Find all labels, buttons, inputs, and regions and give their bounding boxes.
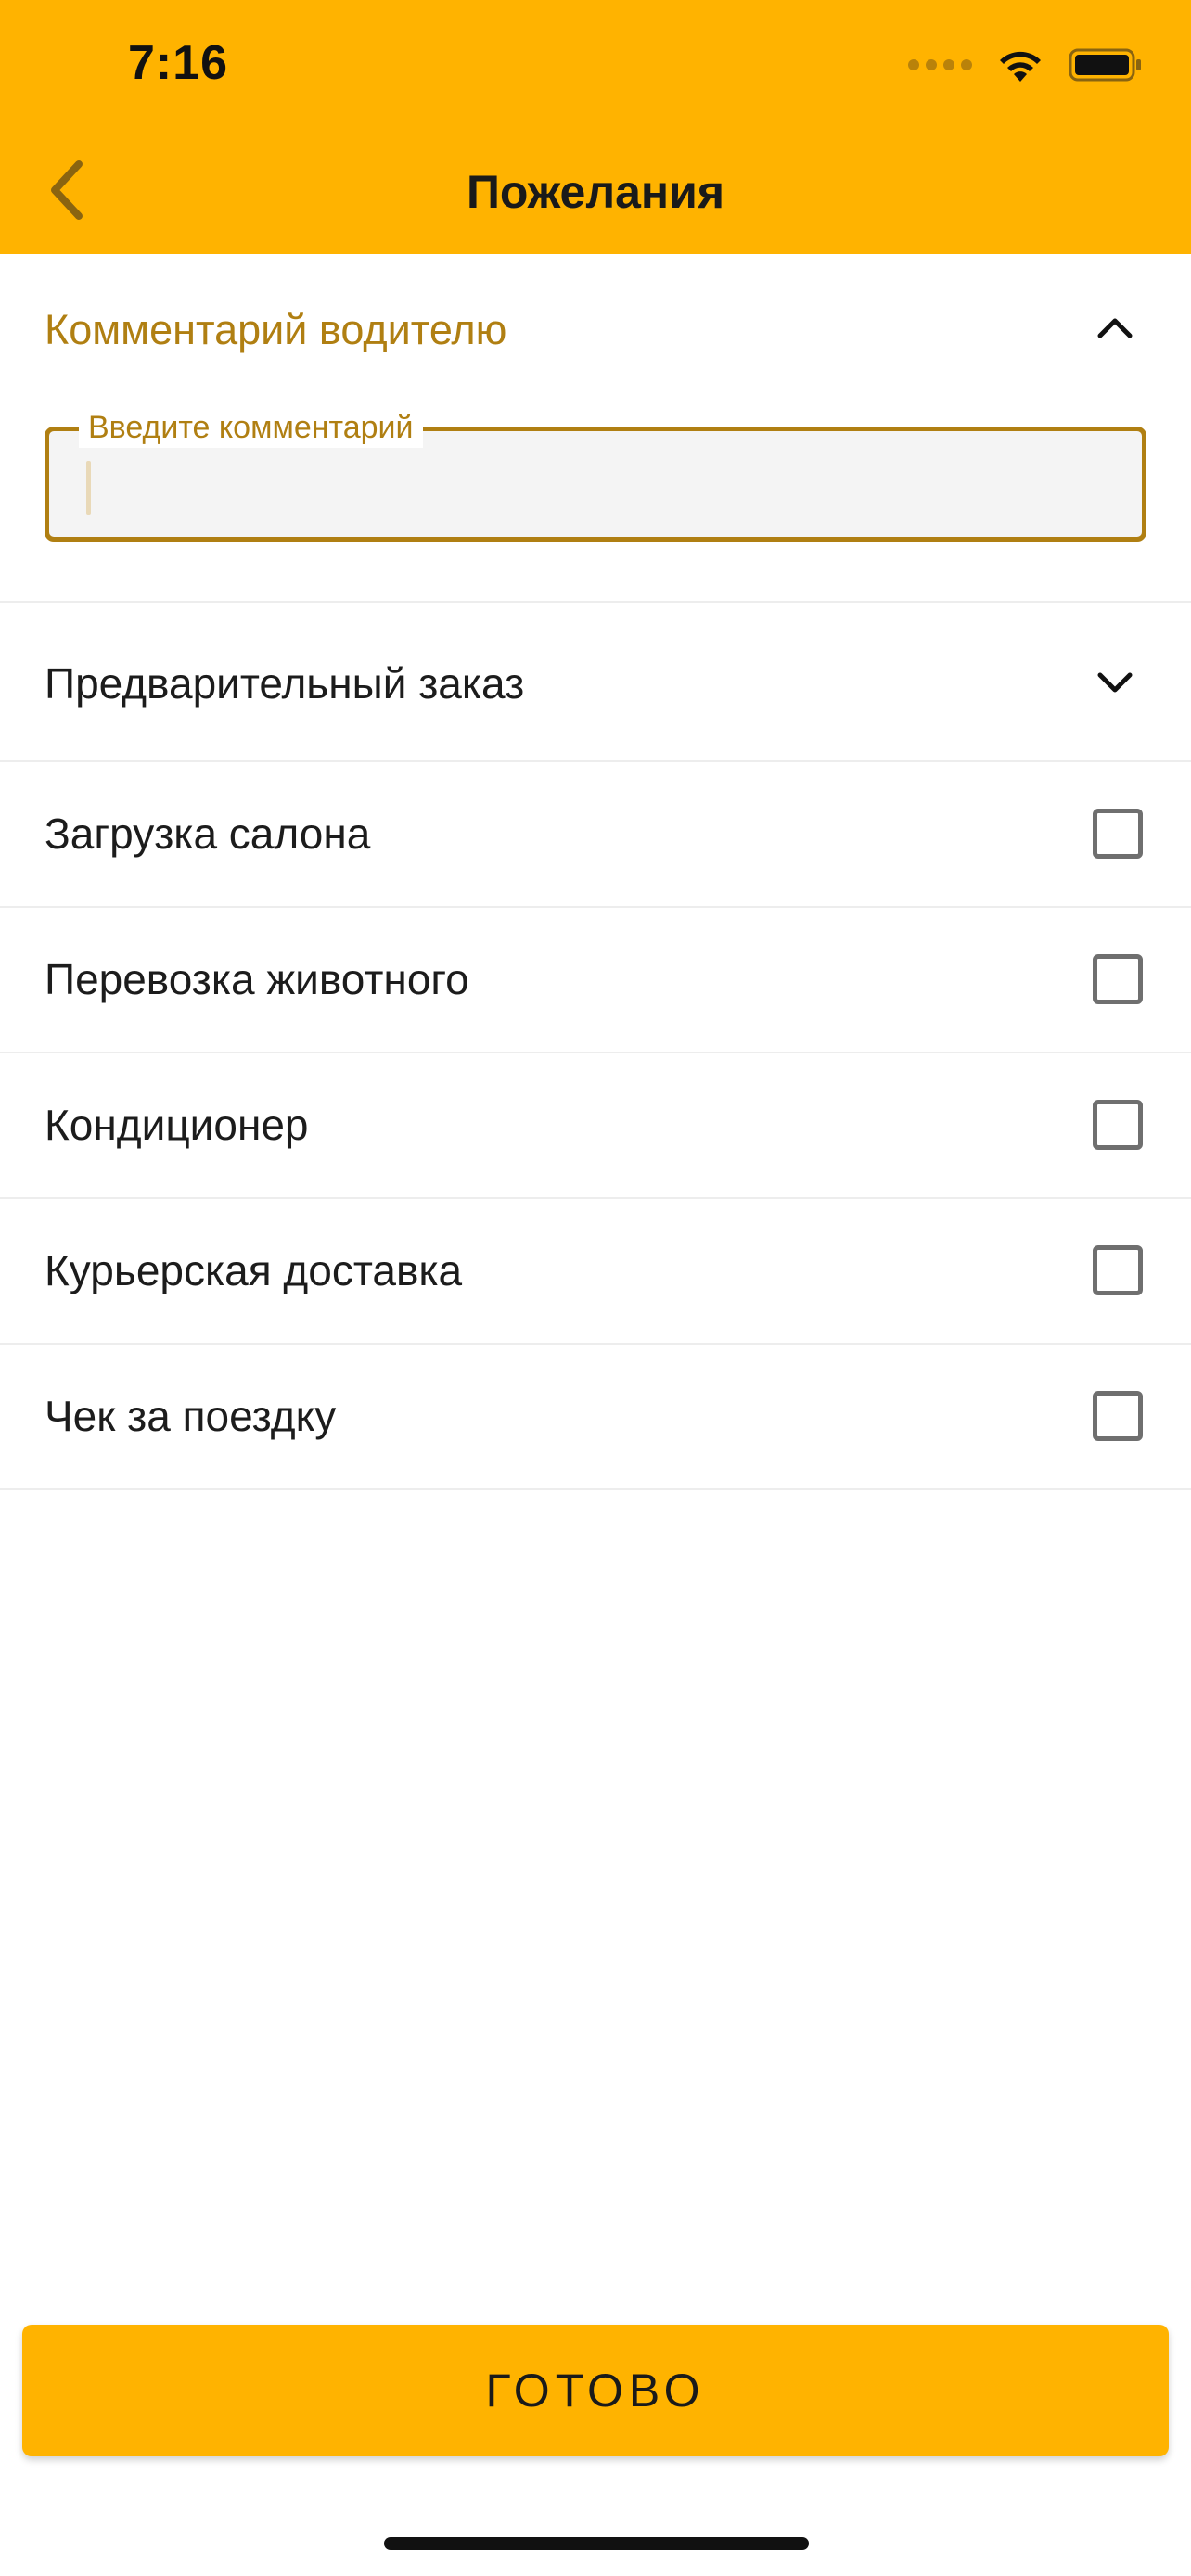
chevron-up-icon[interactable] bbox=[1095, 313, 1135, 341]
done-button[interactable]: ГОТОВО bbox=[22, 2325, 1169, 2456]
comment-input[interactable] bbox=[84, 455, 1105, 513]
option-row-air-conditioner[interactable]: Кондиционер bbox=[0, 1053, 1191, 1199]
header: 7:16 Пожелания bbox=[0, 0, 1191, 254]
option-label: Чек за поездку bbox=[45, 1392, 337, 1440]
preorder-label: Предварительный заказ bbox=[45, 659, 525, 708]
cellular-signal-icon bbox=[908, 59, 972, 70]
option-label: Загрузка салона bbox=[45, 810, 371, 858]
option-label: Кондиционер bbox=[45, 1101, 309, 1149]
preorder-row[interactable]: Предварительный заказ bbox=[0, 603, 1191, 762]
status-time: 7:16 bbox=[128, 36, 229, 90]
checkbox-salon-loading[interactable] bbox=[1093, 809, 1143, 859]
home-indicator bbox=[384, 2537, 809, 2550]
comment-input-container[interactable]: Введите комментарий bbox=[45, 407, 1146, 542]
option-row-salon-loading[interactable]: Загрузка салона bbox=[0, 762, 1191, 908]
option-row-courier-delivery[interactable]: Курьерская доставка bbox=[0, 1199, 1191, 1345]
page-title: Пожелания bbox=[466, 166, 725, 218]
status-indicators bbox=[908, 46, 1143, 83]
wifi-icon bbox=[1000, 51, 1041, 82]
option-label: Курьерская доставка bbox=[45, 1246, 463, 1294]
battery-icon bbox=[1069, 48, 1141, 82]
comment-section-title: Комментарий водителю bbox=[45, 306, 507, 353]
checkbox-pet-transport[interactable] bbox=[1093, 954, 1143, 1004]
checkbox-air-conditioner[interactable] bbox=[1093, 1100, 1143, 1150]
comment-section: Комментарий водителю Введите комментарий bbox=[0, 254, 1191, 603]
app-screen: 7:16 Пожелания Комментарий водителю Введ… bbox=[0, 0, 1191, 2576]
option-label: Перевозка животного bbox=[45, 955, 469, 1003]
chevron-down-icon bbox=[1097, 672, 1133, 693]
comment-input-label: Введите комментарий bbox=[79, 407, 423, 448]
checkbox-courier-delivery[interactable] bbox=[1093, 1245, 1143, 1295]
option-row-trip-receipt[interactable]: Чек за поездку bbox=[0, 1345, 1191, 1490]
checkbox-trip-receipt[interactable] bbox=[1093, 1391, 1143, 1441]
option-row-pet-transport[interactable]: Перевозка животного bbox=[0, 908, 1191, 1053]
